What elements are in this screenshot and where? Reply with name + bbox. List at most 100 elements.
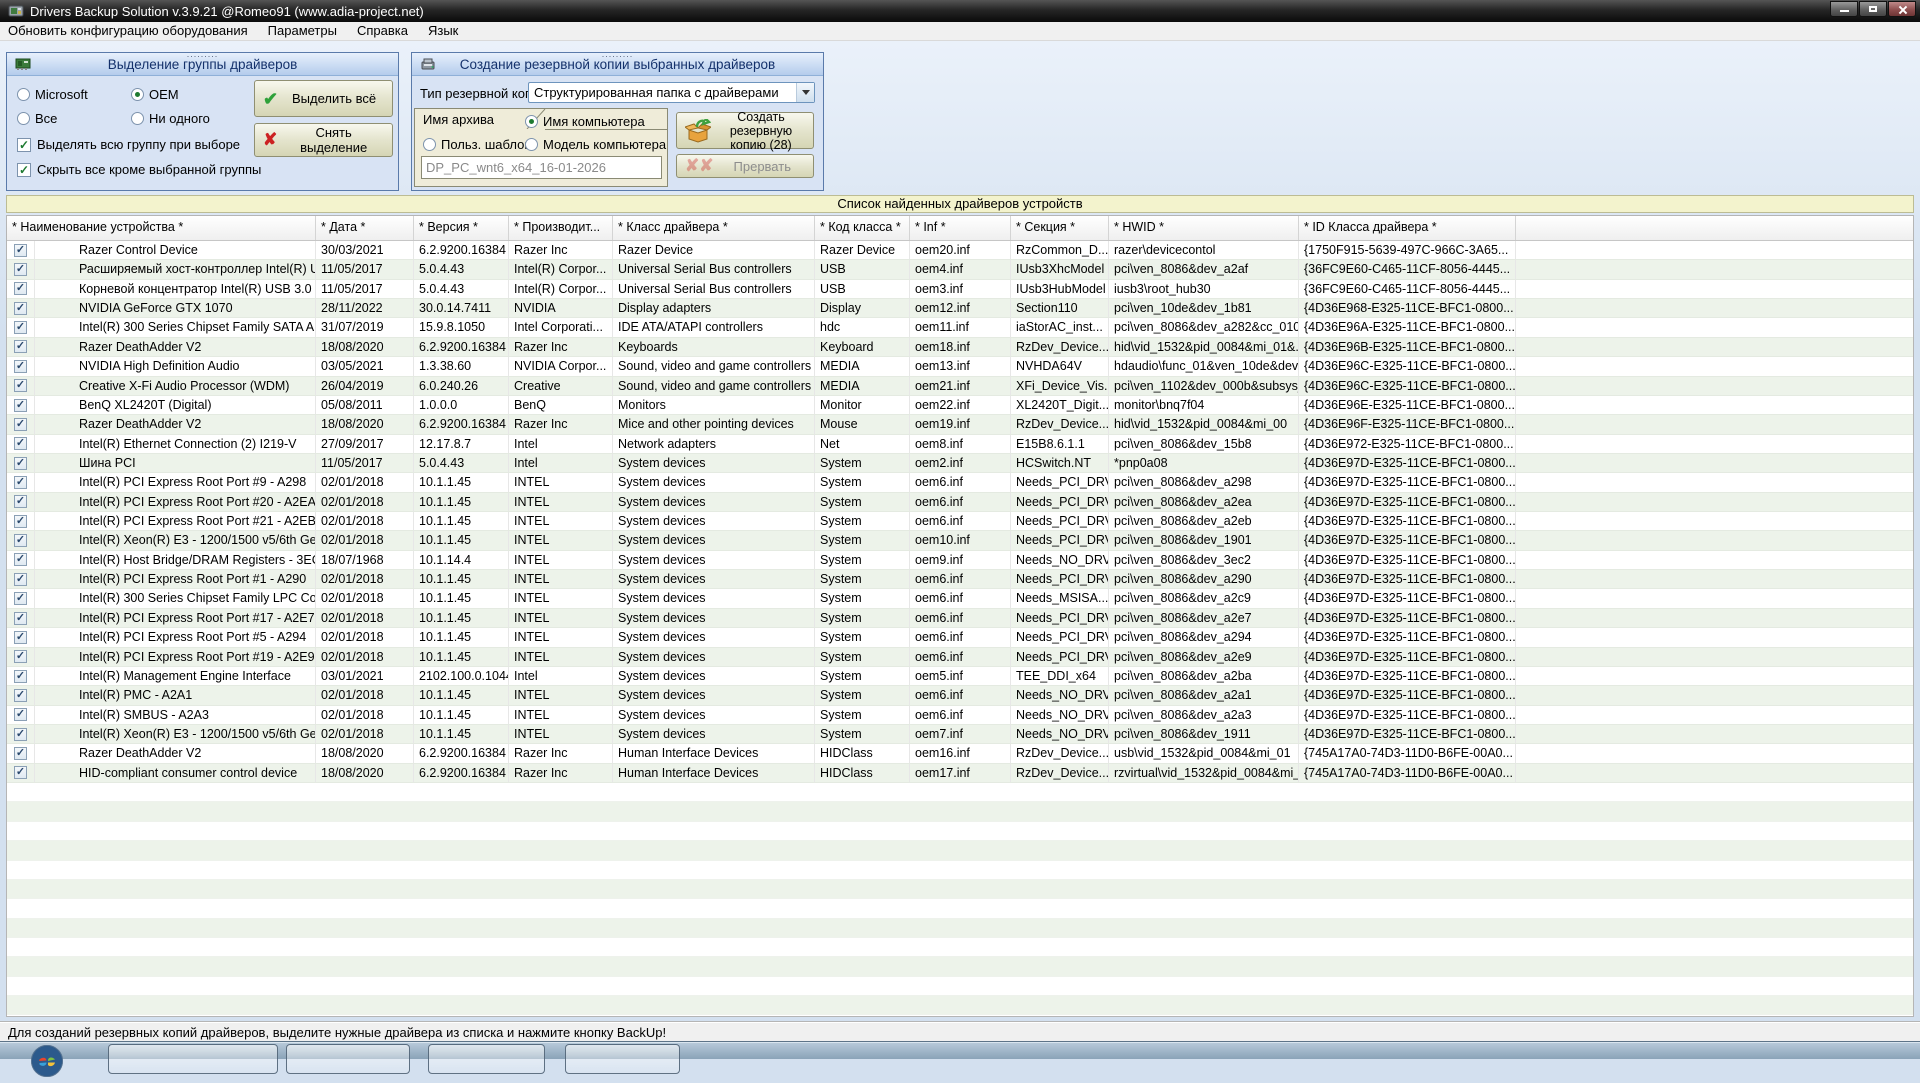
row-checkbox[interactable]: ✓ [7,280,35,298]
table-row[interactable]: ✓Intel(R) 300 Series Chipset Family SATA… [7,318,1913,337]
row-checkbox[interactable]: ✓ [7,764,35,782]
radio-oem[interactable]: OEM [131,87,179,102]
taskbar-button[interactable] [286,1044,410,1074]
column-header-section[interactable]: * Секция * [1011,216,1109,240]
column-header-hwid[interactable]: * HWID * [1109,216,1299,240]
table-row[interactable]: ✓Intel(R) Xeon(R) E3 - 1200/1500 v5/6th … [7,531,1913,550]
row-checkbox[interactable]: ✓ [7,435,35,453]
create-backup-button[interactable]: Создать резервную копию (28) [676,112,814,149]
table-row[interactable]: ✓Creative X-Fi Audio Processor (WDM)26/0… [7,377,1913,396]
table-row[interactable]: ✓Intel(R) PCI Express Root Port #5 - A29… [7,628,1913,647]
table-row[interactable]: ✓Intel(R) PMC - A2A102/01/201810.1.1.45I… [7,686,1913,705]
cell-version: 6.2.9200.16384 [414,338,509,356]
radio-all[interactable]: Все [17,111,57,126]
table-row[interactable]: ✓Шина PCI11/05/20175.0.4.43IntelSystem d… [7,454,1913,473]
row-checkbox[interactable]: ✓ [7,551,35,569]
radio-none[interactable]: Ни одного [131,111,210,126]
column-header-version[interactable]: * Версия * [414,216,509,240]
row-checkbox[interactable]: ✓ [7,570,35,588]
minimize-button[interactable] [1830,1,1858,17]
table-row[interactable]: ✓Intel(R) PCI Express Root Port #9 - A29… [7,473,1913,492]
table-row[interactable]: ✓Intel(R) PCI Express Root Port #21 - A2… [7,512,1913,531]
table-row[interactable]: ✓Razer Control Device30/03/20216.2.9200.… [7,241,1913,260]
radio-user-template[interactable]: Польз. шаблон [423,137,532,152]
column-header-class-code[interactable]: * Код класса * [815,216,910,240]
cell-version: 10.1.1.45 [414,686,509,704]
row-checkbox[interactable]: ✓ [7,725,35,743]
panel-grip[interactable]: ......... [187,51,219,57]
table-row[interactable]: ✓Расширяемый хост-контроллер Intel(R) US… [7,260,1913,279]
row-checkbox[interactable]: ✓ [7,589,35,607]
row-checkbox[interactable]: ✓ [7,686,35,704]
taskbar-button[interactable] [565,1044,680,1074]
table-row[interactable]: ✓Intel(R) Ethernet Connection (2) I219-V… [7,435,1913,454]
row-checkbox[interactable]: ✓ [7,609,35,627]
cell-section: RzDev_Device... [1011,415,1109,433]
table-row[interactable]: ✓Intel(R) Xeon(R) E3 - 1200/1500 v5/6th … [7,725,1913,744]
panel-grip[interactable]: ......... [602,51,634,57]
row-checkbox[interactable]: ✓ [7,531,35,549]
close-button[interactable] [1888,1,1916,17]
column-header-class-id[interactable]: * ID Класса драйвера * [1299,216,1516,240]
radio-microsoft[interactable]: Microsoft [17,87,88,102]
start-button[interactable] [30,1044,64,1083]
row-checkbox[interactable]: ✓ [7,377,35,395]
checkbox-hide-others[interactable]: ✓ Скрыть все кроме выбранной группы [17,162,261,177]
menu-item-2[interactable]: Параметры [258,22,347,40]
menu-item-3[interactable]: Справка [347,22,418,40]
select-all-button[interactable]: ✔ Выделить всё [254,80,393,117]
backup-type-combobox[interactable]: Структурированная папка с драйверами [528,82,815,103]
deselect-button[interactable]: ✘ Снять выделение [254,123,393,157]
row-checkbox[interactable]: ✓ [7,260,35,278]
table-row[interactable]: ✓Intel(R) SMBUS - A2A302/01/201810.1.1.4… [7,706,1913,725]
row-checkbox[interactable]: ✓ [7,667,35,685]
row-checkbox[interactable]: ✓ [7,299,35,317]
cell-inf: oem21.inf [910,377,1011,395]
row-checkbox[interactable]: ✓ [7,744,35,762]
row-checkbox[interactable]: ✓ [7,706,35,724]
table-row[interactable]: ✓Intel(R) PCI Express Root Port #20 - A2… [7,493,1913,512]
row-checkbox[interactable]: ✓ [7,512,35,530]
taskbar-button[interactable] [108,1044,278,1074]
row-checkbox[interactable]: ✓ [7,454,35,472]
row-checkbox[interactable]: ✓ [7,493,35,511]
column-header-date[interactable]: * Дата * [316,216,414,240]
column-header-driver-class[interactable]: * Класс драйвера * [613,216,815,240]
row-checkbox[interactable]: ✓ [7,628,35,646]
table-row[interactable]: ✓NVIDIA High Definition Audio03/05/20211… [7,357,1913,376]
table-row[interactable]: ✓Razer DeathAdder V218/08/20206.2.9200.1… [7,744,1913,763]
checkbox-select-whole-group[interactable]: ✓ Выделять всю группу при выборе [17,137,240,152]
row-checkbox[interactable]: ✓ [7,648,35,666]
table-row[interactable]: ✓NVIDIA GeForce GTX 107028/11/202230.0.1… [7,299,1913,318]
taskbar-button[interactable] [428,1044,545,1074]
column-header-device-name[interactable]: * Наименование устройства * [7,216,316,240]
table-row[interactable]: ✓Intel(R) PCI Express Root Port #17 - A2… [7,609,1913,628]
radio-computer-name[interactable]: Имя компьютера [525,114,645,129]
radio-computer-model[interactable]: Модель компьютера [525,137,666,152]
table-row[interactable]: ✓Razer DeathAdder V218/08/20206.2.9200.1… [7,338,1913,357]
table-row[interactable]: ✓Intel(R) Management Engine Interface03/… [7,667,1913,686]
table-row[interactable]: ✓HID-compliant consumer control device18… [7,764,1913,783]
table-row[interactable]: ✓Intel(R) PCI Express Root Port #19 - A2… [7,648,1913,667]
row-checkbox[interactable]: ✓ [7,241,35,259]
row-checkbox[interactable]: ✓ [7,473,35,491]
row-checkbox[interactable]: ✓ [7,338,35,356]
table-row[interactable]: ✓Intel(R) PCI Express Root Port #1 - A29… [7,570,1913,589]
table-row[interactable]: ✓BenQ XL2420T (Digital)05/08/20111.0.0.0… [7,396,1913,415]
menu-item-4[interactable]: Язык [418,22,468,40]
archive-name-input[interactable] [421,156,662,179]
column-header-inf[interactable]: * Inf * [910,216,1011,240]
table-row[interactable]: ✓Intel(R) Host Bridge/DRAM Registers - 3… [7,551,1913,570]
column-header-manufacturer[interactable]: * Производит... [509,216,613,240]
row-checkbox[interactable]: ✓ [7,318,35,336]
menu-item-1[interactable]: Обновить конфигурацию оборудования [0,22,258,40]
row-checkbox[interactable]: ✓ [7,357,35,375]
row-checkbox[interactable]: ✓ [7,396,35,414]
table-row[interactable]: ✓Razer DeathAdder V218/08/20206.2.9200.1… [7,415,1913,434]
table-row[interactable]: ✓Корневой концентратор Intel(R) USB 3.01… [7,280,1913,299]
chevron-down-icon[interactable] [796,83,814,102]
abort-button[interactable]: ✘✘ Прервать [676,154,814,178]
row-checkbox[interactable]: ✓ [7,415,35,433]
maximize-button[interactable] [1859,1,1887,17]
table-row[interactable]: ✓Intel(R) 300 Series Chipset Family LPC … [7,589,1913,608]
